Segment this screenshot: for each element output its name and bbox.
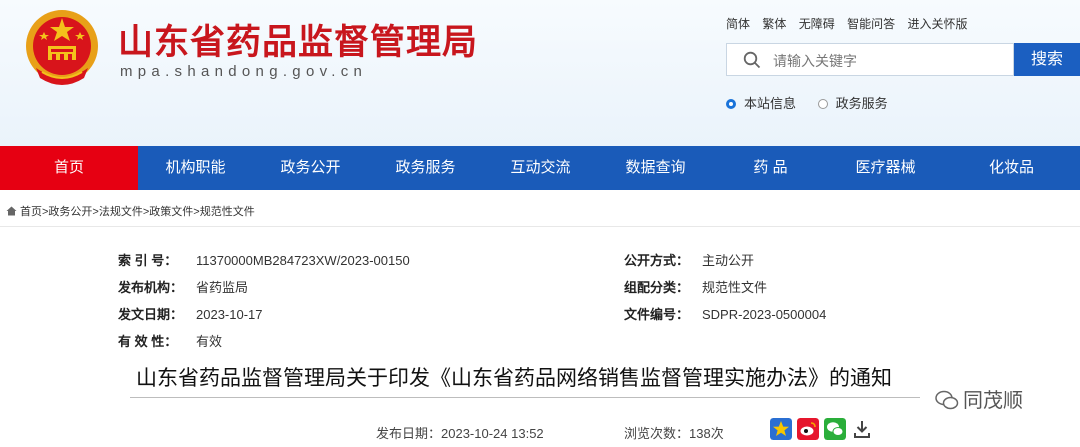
meta-validity: 有 效 性： 有效	[118, 331, 222, 350]
meta-key: 索 引 号：	[118, 253, 178, 268]
meta-index-number: 索 引 号： 11370000MB284723XW/2023-00150	[118, 250, 410, 269]
meta-value: 主动公开	[702, 253, 755, 268]
meta-category: 组配分类： 规范性文件	[624, 277, 767, 296]
site-domain: mpa.shandong.gov.cn	[120, 63, 368, 80]
meta-value: 有效	[196, 334, 223, 349]
scope-option-site[interactable]: 本站信息	[726, 96, 796, 111]
wechat-channel-icon	[935, 390, 959, 410]
national-emblem-icon	[26, 10, 98, 85]
divider	[0, 226, 1080, 227]
site-header: 山东省药品监督管理局 mpa.shandong.gov.cn 简体 繁体 无障碍…	[0, 0, 1080, 146]
share-toolbar	[770, 418, 873, 440]
nav-item-drugs[interactable]: 药 品	[713, 146, 828, 190]
meta-key: 发布机构：	[118, 280, 184, 295]
publish-label: 发布日期：	[376, 426, 442, 441]
nav-item-functions[interactable]: 机构职能	[138, 146, 253, 190]
meta-value: 2023-10-17	[196, 307, 263, 322]
meta-doc-number: 文件编号： SDPR-2023-0500004	[624, 304, 826, 323]
nav-item-home[interactable]: 首页	[0, 146, 138, 190]
top-link-care-version[interactable]: 进入关怀版	[907, 17, 967, 31]
radio-selected-icon	[726, 99, 736, 109]
top-link-simplified[interactable]: 简体	[726, 17, 750, 31]
meta-value: 省药监局	[196, 280, 249, 295]
breadcrumb-text[interactable]: 首页>政务公开>法规文件>政策文件>规范性文件	[20, 206, 255, 218]
meta-key: 公开方式：	[624, 253, 690, 268]
favorite-star-icon[interactable]	[770, 418, 792, 440]
top-link-smart-qa[interactable]: 智能问答	[847, 17, 895, 31]
meta-key: 发文日期：	[118, 307, 184, 322]
title-divider	[130, 397, 920, 398]
nav-item-interaction[interactable]: 互动交流	[483, 146, 598, 190]
top-link-traditional[interactable]: 繁体	[762, 17, 786, 31]
search-button[interactable]: 搜索	[1014, 43, 1080, 76]
main-nav: 首页 机构职能 政务公开 政务服务 互动交流 数据查询 药 品 医疗器械 化妆品	[0, 146, 1080, 190]
scope-option-services[interactable]: 政务服务	[817, 96, 888, 111]
search-scope: 本站信息 政务服务	[726, 93, 906, 112]
meta-issue-date: 发文日期： 2023-10-17	[118, 304, 263, 323]
meta-value: SDPR-2023-0500004	[702, 307, 827, 322]
site-title[interactable]: 山东省药品监督管理局	[118, 14, 478, 65]
meta-key: 组配分类：	[624, 280, 690, 295]
scope-option-label: 政务服务	[835, 96, 888, 111]
meta-disclosure: 公开方式： 主动公开	[624, 250, 754, 269]
nav-item-cosmetics[interactable]: 化妆品	[943, 146, 1080, 190]
meta-value: 11370000MB284723XW/2023-00150	[196, 253, 410, 268]
meta-issuer: 发布机构： 省药监局	[118, 277, 248, 296]
nav-item-gov-services[interactable]: 政务服务	[368, 146, 483, 190]
search-icon	[743, 51, 761, 69]
nav-item-medical-devices[interactable]: 医疗器械	[828, 146, 943, 190]
search-input[interactable]	[771, 48, 1005, 74]
home-icon	[6, 206, 17, 216]
weibo-icon[interactable]	[797, 418, 819, 440]
meta-key: 文件编号：	[624, 307, 690, 322]
views-label: 浏览次数：	[624, 426, 690, 441]
download-icon[interactable]	[851, 418, 873, 440]
publish-info: 发布日期：2023-10-24 13:52	[376, 423, 544, 442]
watermark-text: 同茂顺	[963, 390, 1023, 412]
scope-option-label: 本站信息	[744, 96, 797, 111]
breadcrumb: 首页>政务公开>法规文件>政策文件>规范性文件	[6, 203, 255, 219]
watermark: 同茂顺	[935, 384, 1023, 413]
views-info: 浏览次数：138次	[624, 423, 724, 442]
nav-item-data-query[interactable]: 数据查询	[598, 146, 713, 190]
document-title: 山东省药品监督管理局关于印发《山东省药品网络销售监督管理实施办法》的通知	[136, 366, 892, 390]
meta-value: 规范性文件	[702, 280, 768, 295]
meta-key: 有 效 性：	[118, 334, 178, 349]
views-count: 138次	[689, 426, 724, 441]
wechat-icon[interactable]	[824, 418, 846, 440]
radio-unselected-icon	[817, 99, 828, 109]
top-links: 简体 繁体 无障碍 智能问答 进入关怀版	[726, 15, 976, 32]
publish-date: 2023-10-24 13:52	[441, 426, 544, 441]
search-box	[726, 43, 1014, 76]
nav-item-gov-affairs[interactable]: 政务公开	[253, 146, 368, 190]
top-link-accessibility[interactable]: 无障碍	[799, 17, 835, 31]
